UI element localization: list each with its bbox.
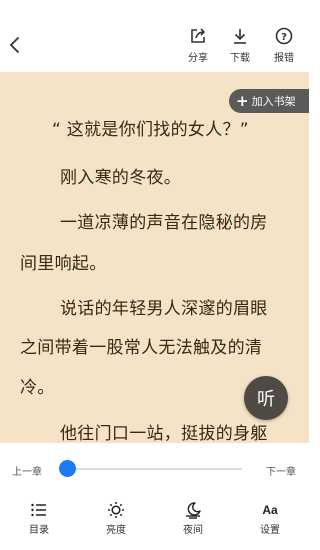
settings-label: 设置 (260, 525, 280, 536)
download-button[interactable]: 下载 (220, 26, 260, 66)
svg-text:?: ? (281, 32, 287, 43)
catalog-button[interactable]: 目录 (15, 501, 63, 536)
chevron-left-icon (10, 37, 19, 53)
share-icon (188, 26, 208, 46)
prev-chapter-button[interactable]: 上一章 (12, 463, 42, 478)
text-line: 说话的年轻男人深邃的眉眼 (60, 299, 268, 319)
list-icon (29, 501, 49, 519)
night-mode-label: 夜间 (183, 525, 203, 536)
text-line: “ 这就是你们找的女人？” (52, 120, 249, 140)
text-line: 他往门口一站，挺拔的身躯 (60, 424, 268, 443)
share-label: 分享 (188, 53, 208, 64)
catalog-label: 目录 (29, 525, 49, 536)
text-line: 刚入寒的冬夜。 (60, 168, 182, 188)
font-settings-icon: Aa (262, 503, 278, 517)
settings-button[interactable]: Aa 设置 (246, 501, 294, 536)
add-to-shelf-label: 加入书架 (251, 95, 296, 108)
back-button[interactable] (4, 32, 26, 58)
listen-button[interactable]: 听 (244, 376, 288, 420)
chapter-progress-thumb[interactable] (58, 460, 76, 477)
help-circle-icon: ? (274, 26, 294, 46)
download-label: 下载 (230, 53, 250, 64)
night-mode-button[interactable]: 夜间 (169, 501, 217, 536)
brightness-label: 亮度 (106, 525, 126, 536)
next-chapter-button[interactable]: 下一章 (266, 463, 296, 478)
report-error-button[interactable]: ? 报错 (264, 26, 304, 66)
brightness-icon (106, 501, 126, 519)
chapter-progress-track[interactable] (62, 468, 242, 470)
text-line: 间里响起。 (20, 254, 107, 274)
report-error-label: 报错 (274, 53, 294, 64)
bottom-panel: 上一章 下一章 目录 亮度 夜间 Aa 设置 (0, 443, 309, 550)
download-icon (230, 26, 250, 46)
brightness-button[interactable]: 亮度 (92, 501, 140, 536)
top-bar: 分享 下载 ? 报错 (0, 0, 309, 72)
text-line: 一道凉薄的声音在隐秘的房 (60, 213, 268, 233)
add-to-shelf-button[interactable]: + 加入书架 (229, 89, 309, 113)
plus-icon: + (236, 91, 249, 110)
share-button[interactable]: 分享 (178, 26, 218, 66)
night-mode-icon (183, 501, 203, 519)
text-line: 之间带着一股常人无法触及的清 (20, 338, 263, 358)
